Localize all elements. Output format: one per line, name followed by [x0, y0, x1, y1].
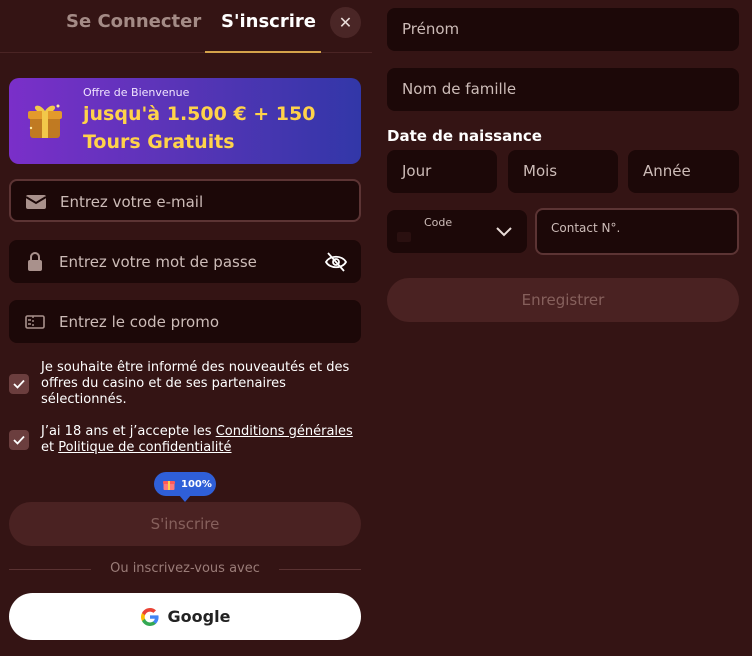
auth-tabs: Se Connecter S'inscrire ✕	[0, 0, 372, 53]
privacy-link[interactable]: Politique de confidentialité	[58, 440, 231, 455]
banner-kicker: Offre de Bienvenue	[83, 86, 190, 99]
password-field[interactable]: Entrez votre mot de passe	[9, 240, 361, 283]
day-placeholder: Jour	[402, 162, 432, 180]
contact-number-field[interactable]: Contact N°.	[535, 208, 739, 255]
banner-offer-amount: jusqu'à 1.500 € + 150	[83, 103, 316, 125]
tab-login[interactable]: Se Connecter	[66, 11, 201, 32]
divider-line-right	[279, 569, 361, 570]
terms-checkbox[interactable]	[9, 430, 29, 450]
birthdate-label: Date de naissance	[387, 127, 542, 145]
birth-year-field[interactable]: Année	[628, 150, 739, 193]
completion-percent: 100%	[181, 478, 212, 490]
email-placeholder: Entrez votre e-mail	[60, 193, 204, 211]
tab-register[interactable]: S'inscrire	[221, 11, 316, 32]
month-placeholder: Mois	[523, 162, 558, 180]
chevron-down-icon	[496, 227, 512, 237]
ticket-icon	[25, 315, 45, 329]
birth-day-field[interactable]: Jour	[387, 150, 497, 193]
google-logo-icon	[140, 607, 159, 626]
completion-badge: 100%	[154, 472, 216, 502]
last-name-placeholder: Nom de famille	[402, 80, 517, 98]
google-signup-button[interactable]: Google	[9, 593, 361, 640]
banner-offer-spins: Tours Gratuits	[83, 131, 235, 153]
social-divider: Ou inscrivez-vous avec	[9, 560, 361, 578]
password-placeholder: Entrez votre mot de passe	[59, 253, 257, 271]
email-field[interactable]: Entrez votre e-mail	[9, 179, 361, 222]
terms-consent-text: J’ai 18 ans et j’accepte les Conditions …	[41, 424, 361, 456]
first-name-field[interactable]: Prénom	[387, 8, 739, 51]
promo-placeholder: Entrez le code promo	[59, 313, 220, 331]
save-button[interactable]: Enregistrer	[387, 278, 739, 322]
birth-month-field[interactable]: Mois	[508, 150, 618, 193]
last-name-field[interactable]: Nom de famille	[387, 68, 739, 111]
first-name-placeholder: Prénom	[402, 20, 460, 38]
country-code-label: Code	[424, 216, 453, 229]
gift-icon	[163, 481, 175, 490]
terms-and: et	[41, 440, 59, 455]
newsletter-consent: Je souhaite être informé des nouveautés …	[9, 360, 361, 408]
register-submit-button[interactable]: S'inscrire	[9, 502, 361, 546]
welcome-offer-banner[interactable]: Offre de Bienvenue jusqu'à 1.500 € + 150…	[9, 78, 361, 164]
eye-off-icon[interactable]	[324, 250, 348, 274]
lock-icon	[28, 252, 42, 271]
contact-placeholder: Contact N°.	[551, 221, 621, 235]
checkmark-icon	[13, 379, 25, 389]
personal-details-panel: Prénom Nom de famille Date de naissance …	[387, 0, 739, 656]
terms-consent: J’ai 18 ans et j’accepte les Conditions …	[9, 424, 361, 458]
newsletter-checkbox[interactable]	[9, 374, 29, 394]
flag-icon	[397, 232, 411, 242]
registration-panel: Se Connecter S'inscrire ✕ Offre de Bienv…	[0, 0, 372, 656]
checkmark-icon	[13, 435, 25, 445]
year-placeholder: Année	[643, 162, 691, 180]
promo-code-field[interactable]: Entrez le code promo	[9, 300, 361, 343]
newsletter-consent-text: Je souhaite être informé des nouveautés …	[41, 360, 350, 407]
close-icon: ✕	[338, 13, 353, 32]
terms-prefix: J’ai 18 ans et j’accepte les	[41, 424, 216, 439]
country-code-select[interactable]: Code	[387, 210, 527, 253]
mail-icon	[25, 195, 47, 209]
close-button[interactable]: ✕	[330, 7, 361, 38]
active-tab-indicator	[205, 51, 321, 53]
terms-link[interactable]: Conditions générales	[216, 424, 353, 439]
gift-icon	[28, 104, 62, 138]
google-label: Google	[167, 607, 231, 626]
